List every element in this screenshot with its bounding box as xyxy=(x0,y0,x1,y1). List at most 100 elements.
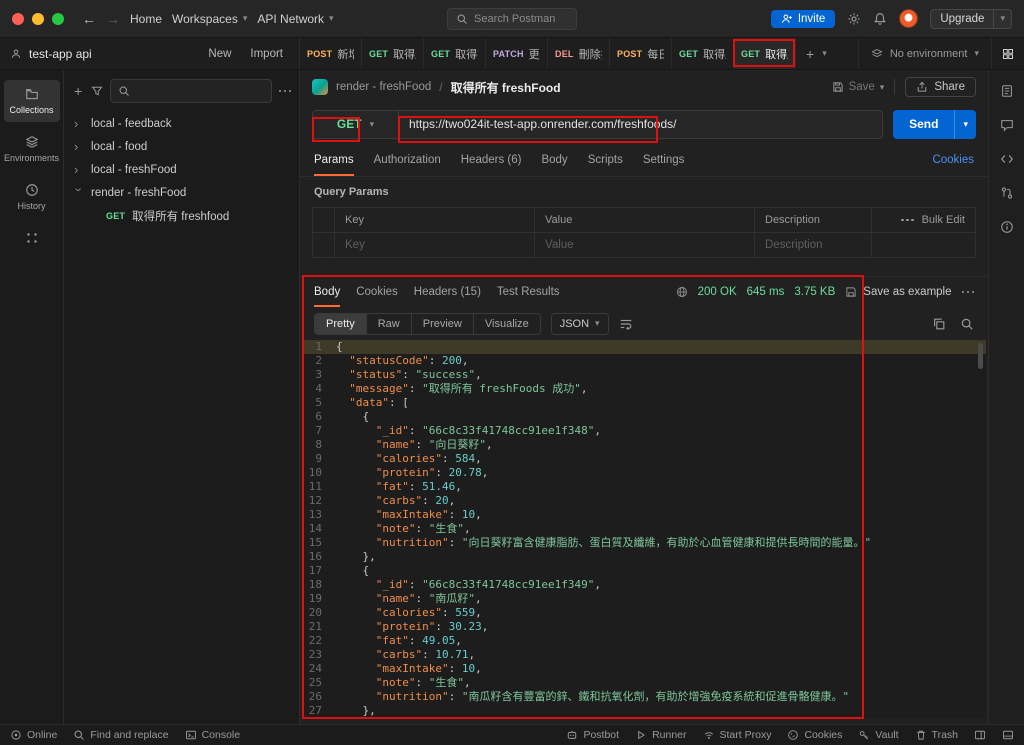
comments-icon[interactable] xyxy=(1000,118,1014,132)
runner-button[interactable]: Runner xyxy=(635,729,687,741)
value-input[interactable]: Value xyxy=(534,232,755,258)
code-snippet-icon[interactable] xyxy=(1000,152,1014,166)
scrollbar-thumb[interactable] xyxy=(978,343,983,369)
console-button[interactable]: Console xyxy=(185,729,240,741)
back-icon[interactable]: ← xyxy=(82,11,96,27)
key-input[interactable]: Key xyxy=(334,232,535,258)
bulk-edit-button[interactable]: Bulk Edit xyxy=(882,214,965,226)
workspace-name[interactable]: test-app api xyxy=(29,47,92,61)
response-tab-body[interactable]: Body xyxy=(314,277,341,307)
postbot-button[interactable]: Postbot xyxy=(566,729,619,741)
bell-icon[interactable] xyxy=(873,12,887,26)
nav-workspaces[interactable]: Workspaces ▾ xyxy=(172,12,247,26)
gear-icon[interactable] xyxy=(847,12,861,26)
new-tab-icon[interactable]: + xyxy=(802,46,818,62)
request-tab[interactable]: POST 新增 xyxy=(300,38,362,69)
find-and-replace-button[interactable]: Find and replace xyxy=(73,729,169,741)
code-line: 16 }, xyxy=(304,550,986,564)
tab-headers[interactable]: Headers (6) xyxy=(461,144,522,176)
save-as-example-button[interactable]: Save as example xyxy=(845,286,952,298)
request-tab[interactable]: GET 取得所 xyxy=(734,38,796,69)
breadcrumb-collection[interactable]: render - freshFood xyxy=(336,81,431,93)
upgrade-button[interactable]: Upgrade ▾ xyxy=(930,8,1012,29)
line-number: 13 xyxy=(308,508,322,521)
request-item[interactable]: GET 取得所有 freshfood xyxy=(64,204,299,227)
collection-item[interactable]: › local - food xyxy=(64,135,299,158)
documentation-icon[interactable] xyxy=(1000,84,1014,98)
info-icon[interactable] xyxy=(1000,220,1014,234)
cookies-button[interactable]: Cookies xyxy=(787,729,842,741)
close-window-button[interactable] xyxy=(12,12,24,25)
minimize-window-button[interactable] xyxy=(32,12,44,25)
online-status[interactable]: Online xyxy=(10,729,57,741)
chevron-down-icon[interactable]: ▾ xyxy=(993,9,1011,28)
request-tab[interactable]: GET 取得所 xyxy=(672,38,734,69)
method-selector[interactable]: GET ▾ xyxy=(313,110,399,138)
tab-body[interactable]: Body xyxy=(541,144,567,176)
request-tab[interactable]: GET 取得指 xyxy=(424,38,486,69)
help-icon[interactable] xyxy=(1002,729,1014,741)
code-line: 24 "maxIntake": 10, xyxy=(304,662,986,676)
send-options-chevron-icon[interactable]: ▾ xyxy=(954,109,976,139)
cookies-link[interactable]: Cookies xyxy=(932,154,974,166)
response-more-icon[interactable] xyxy=(961,290,974,294)
search-response-icon[interactable] xyxy=(960,317,974,331)
collection-item[interactable]: › local - freshFood xyxy=(64,158,299,181)
response-tab-test-results[interactable]: Test Results xyxy=(497,277,560,307)
trash-button[interactable]: Trash xyxy=(915,729,958,741)
response-tab-cookies[interactable]: Cookies xyxy=(356,277,398,307)
open-tabs-chevron-icon[interactable]: ▾ xyxy=(822,48,827,59)
environment-quick-look-icon[interactable] xyxy=(991,38,1024,69)
postbot-icon xyxy=(566,729,578,741)
request-tab[interactable]: DEL 刪除指 xyxy=(548,38,610,69)
invite-button[interactable]: Invite xyxy=(770,9,836,28)
send-button[interactable]: Send ▾ xyxy=(893,109,976,139)
nav-home[interactable]: Home xyxy=(130,12,162,26)
response-body-editor[interactable]: 1{2 "statusCode": 200, 3 "status": "succe… xyxy=(304,340,986,718)
forward-icon[interactable]: → xyxy=(106,11,120,27)
wrap-line-icon[interactable] xyxy=(619,317,633,331)
format-selector[interactable]: JSON ▾ xyxy=(550,312,609,335)
sidebar-item-history[interactable]: History xyxy=(4,176,60,218)
vault-button[interactable]: Vault xyxy=(858,729,899,741)
view-visualize[interactable]: Visualize xyxy=(474,314,540,334)
tab-scripts[interactable]: Scripts xyxy=(588,144,623,176)
response-tab-headers[interactable]: Headers (15) xyxy=(414,277,481,307)
view-preview[interactable]: Preview xyxy=(412,313,474,334)
new-button[interactable]: New xyxy=(202,45,237,63)
zoom-window-button[interactable] xyxy=(52,12,64,25)
add-collection-icon[interactable]: + xyxy=(72,83,84,99)
sidebar-item-environments[interactable]: Environments xyxy=(4,128,60,170)
import-button[interactable]: Import xyxy=(244,45,289,63)
filter-icon[interactable] xyxy=(91,85,103,97)
request-tab[interactable]: GET 取得所 xyxy=(362,38,424,69)
view-pretty[interactable]: Pretty xyxy=(315,313,367,334)
copy-icon[interactable] xyxy=(932,317,946,331)
collection-item[interactable]: › local - feedback xyxy=(64,112,299,135)
request-tab[interactable]: PATCH 更新 xyxy=(486,38,548,69)
panel-layout-icon[interactable] xyxy=(974,729,986,741)
tab-settings[interactable]: Settings xyxy=(643,144,685,176)
description-input[interactable]: Description xyxy=(754,232,872,258)
url-input[interactable]: https://two024it-test-app.onrender.com/f… xyxy=(399,111,882,138)
save-button[interactable]: Save ▾ xyxy=(832,81,885,93)
network-globe-icon[interactable] xyxy=(676,286,688,298)
environment-selector[interactable]: No environment ▾ xyxy=(857,38,991,69)
tab-params[interactable]: Params xyxy=(314,144,354,176)
sidebar-item-more-tools[interactable] xyxy=(4,224,60,252)
collection-item[interactable]: › render - freshFood xyxy=(64,181,299,204)
share-button[interactable]: Share xyxy=(905,77,976,97)
chevron-down-icon[interactable]: ▾ xyxy=(880,82,885,93)
drag-handle[interactable] xyxy=(312,232,335,258)
sidebar-item-collections[interactable]: Collections xyxy=(3,80,60,122)
sidebar-more-icon[interactable] xyxy=(278,89,291,93)
sidebar-search-input[interactable] xyxy=(110,79,272,103)
pull-request-icon[interactable] xyxy=(1000,186,1014,200)
nav-api-network[interactable]: API Network ▾ xyxy=(257,12,333,26)
view-raw[interactable]: Raw xyxy=(367,313,412,334)
tab-authorization[interactable]: Authorization xyxy=(374,144,441,176)
start-proxy-button[interactable]: Start Proxy xyxy=(703,729,771,741)
global-search-input[interactable]: Search Postman xyxy=(447,8,577,30)
request-tab[interactable]: POST 每日目 xyxy=(610,38,672,69)
avatar[interactable] xyxy=(899,9,919,28)
